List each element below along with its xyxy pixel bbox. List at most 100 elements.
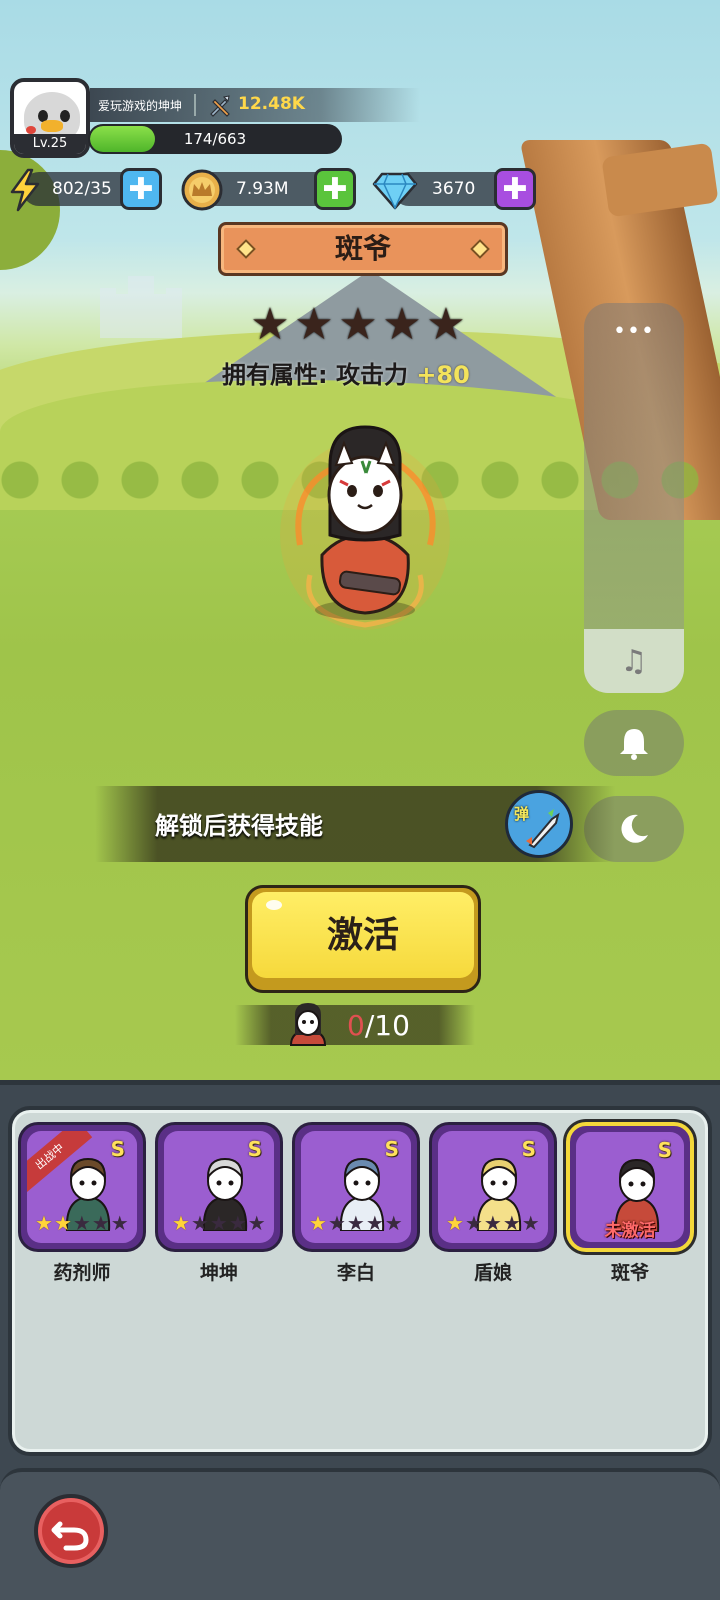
hero-card-portrait: 出战中 S ★ ★ ★ ★ ★ [27, 1131, 137, 1243]
skill-rocket-icon[interactable]: 弹 [505, 790, 573, 858]
hero-star-icon: ★ [426, 299, 466, 350]
hero-status-label: 未激活 [604, 1221, 656, 1241]
hero-attribute: 拥有属性: 攻击力 +80 [222, 355, 470, 390]
energy-value: 802/35 [52, 179, 112, 199]
hero-card-portrait: S ★ ★ ★ ★ ★ [438, 1131, 548, 1243]
shard-current: 0 [347, 1009, 365, 1042]
hero-card-name: 坤坤 [199, 1262, 238, 1284]
hero-card[interactable]: S 未激活 [566, 1122, 694, 1252]
hero-card-name: 盾娘 [473, 1262, 512, 1284]
star-icon: ★ [91, 1211, 110, 1235]
bell-icon[interactable] [584, 710, 684, 776]
hero-card-stars: ★ ★ ★ ★ ★ [35, 1213, 129, 1233]
shard-count: 0/10 [347, 1009, 410, 1042]
hero-card-portrait: S 未激活 [576, 1132, 684, 1242]
shard-progress: 0/10 [235, 1003, 475, 1046]
hero-card-portrait: S ★ ★ ★ ★ ★ [301, 1131, 411, 1243]
add-gold-button[interactable]: ✚ [314, 168, 356, 210]
side-menu-panel: ••• ♫ [584, 303, 684, 693]
player-name: 爱玩游戏的坤坤 [98, 99, 183, 113]
player-avatar[interactable]: Lv.25 [10, 78, 90, 158]
star-icon: ★ [35, 1211, 53, 1235]
add-energy-button[interactable]: ✚ [120, 168, 162, 210]
star-icon: ★ [346, 1211, 365, 1235]
divider [194, 94, 196, 116]
avatar-beak [41, 120, 63, 132]
xp-text: 174/663 [183, 130, 247, 148]
star-icon: ★ [228, 1211, 247, 1235]
star-icon: ★ [72, 1211, 91, 1235]
star-icon: ★ [209, 1211, 228, 1235]
star-icon: ★ [309, 1211, 327, 1235]
footer-bar [0, 1468, 720, 1600]
hero-rank-badge: S [384, 1137, 399, 1161]
activate-button-face: 激活 [252, 892, 474, 978]
lightning-icon [10, 168, 40, 212]
hero-name-plate: 斑爷 [218, 222, 508, 276]
more-options-button[interactable]: ••• [584, 319, 684, 344]
castle [100, 268, 182, 338]
hero-card-stars: ★ ★ ★ ★ ★ [446, 1213, 540, 1233]
hero-card-stars: ★ ★ ★ ★ ★ [309, 1213, 403, 1233]
star-icon: ★ [247, 1211, 266, 1235]
avatar-eye [60, 110, 70, 122]
player-level: Lv.25 [14, 134, 86, 154]
rocket-glyph [526, 809, 560, 849]
skill-unlock-banner: 解锁后获得技能 弹 [95, 786, 615, 862]
hero-rank-badge: S [110, 1137, 125, 1161]
star-icon: ★ [190, 1211, 209, 1235]
hero-card[interactable]: 出战中 S ★ ★ ★ ★ ★ [18, 1122, 146, 1252]
bell-glyph [620, 729, 648, 760]
gem-value: 3670 [432, 179, 476, 199]
star-icon: ★ [483, 1211, 502, 1235]
star-icon: ★ [384, 1211, 403, 1235]
hero-shard-icon [289, 1003, 327, 1046]
hero-character-sprite [280, 425, 450, 630]
hero-star-icon: ★ [250, 299, 290, 350]
hero-card-name: 李白 [336, 1262, 375, 1284]
star-icon: ★ [172, 1211, 190, 1235]
star-icon: ★ [365, 1211, 384, 1235]
back-button[interactable] [34, 1494, 108, 1568]
music-icon[interactable]: ♫ [584, 629, 684, 693]
hero-star-rating: ★ ★ ★ ★ ★ [250, 299, 470, 350]
avatar-cheek [26, 126, 36, 134]
hero-card-portrait: S ★ ★ ★ ★ ★ [164, 1131, 274, 1243]
star-icon: ★ [502, 1211, 521, 1235]
shard-total: /10 [364, 1009, 410, 1042]
hero-card-name: 药剂师 [53, 1262, 111, 1284]
star-icon: ★ [110, 1211, 129, 1235]
hero-rank-badge: S [657, 1138, 672, 1162]
combat-power-value: 12.48K [238, 94, 305, 114]
hero-card[interactable]: S ★ ★ ★ ★ ★ [429, 1122, 557, 1252]
player-name-bar: 爱玩游戏的坤坤 12.48K [90, 88, 420, 122]
back-arrow-icon [51, 1521, 89, 1551]
moon-glyph [621, 814, 648, 843]
hero-card[interactable]: S ★ ★ ★ ★ ★ [292, 1122, 420, 1252]
gold-value: 7.93M [236, 179, 289, 199]
hero-card-stars: ★ ★ ★ ★ ★ [172, 1213, 266, 1233]
hero-star-icon: ★ [338, 299, 378, 350]
combat-power-icon [210, 95, 230, 117]
add-gems-button[interactable]: ✚ [494, 168, 536, 210]
hero-name: 斑爷 [334, 232, 391, 265]
star-icon: ★ [446, 1211, 464, 1235]
star-icon: ★ [521, 1211, 540, 1235]
hero-rank-badge: S [521, 1137, 536, 1161]
activate-label: 激活 [326, 915, 399, 956]
diamond-icon [372, 172, 418, 210]
skill-unlock-text: 解锁后获得技能 [155, 812, 323, 840]
star-icon: ★ [53, 1211, 72, 1235]
hero-star-icon: ★ [382, 299, 422, 350]
gold-coin-icon [181, 169, 223, 211]
hero-card[interactable]: S ★ ★ ★ ★ ★ [155, 1122, 283, 1252]
xp-bar: 174/663 [88, 124, 342, 154]
hero-card-name: 斑爷 [610, 1262, 649, 1284]
hero-star-icon: ★ [294, 299, 334, 350]
star-icon: ★ [464, 1211, 483, 1235]
activate-button[interactable]: 激活 [245, 885, 481, 993]
attribute-bonus: +80 [416, 361, 470, 389]
star-icon: ★ [327, 1211, 346, 1235]
hero-rank-badge: S [247, 1137, 262, 1161]
attribute-label: 拥有属性: 攻击力 [222, 361, 408, 389]
